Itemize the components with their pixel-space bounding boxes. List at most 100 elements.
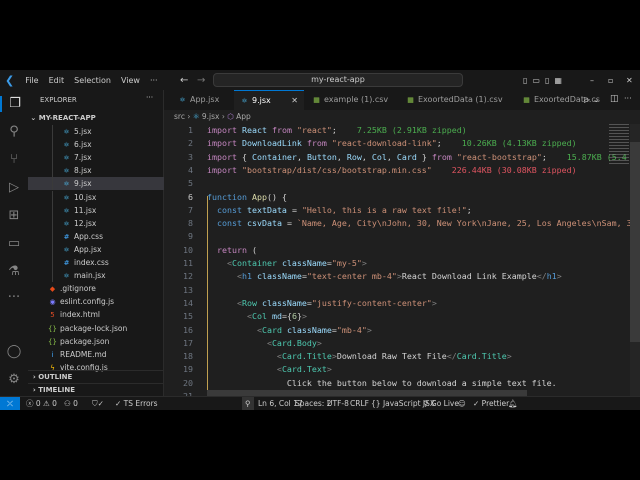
close-window-icon[interactable]: ✕ <box>626 76 633 85</box>
go-live-button[interactable]: ⚲ Go Live <box>423 397 459 410</box>
file-name: index.html <box>60 310 100 319</box>
outline-section[interactable]: › OUTLINE <box>28 370 164 383</box>
file-item[interactable]: {}package.json <box>28 335 164 348</box>
tab-close-icon[interactable]: ✕ <box>291 91 298 111</box>
file-item[interactable]: iREADME.md <box>28 348 164 361</box>
line-ending[interactable]: CRLF <box>350 397 369 410</box>
code-token: import <box>207 152 242 162</box>
timeline-section[interactable]: › TIMELINE <box>28 383 164 396</box>
file-item[interactable]: ⚛10.jsx <box>28 191 164 204</box>
back-icon[interactable]: ← <box>180 75 188 86</box>
shield-check-icon[interactable]: ⛉✓ <box>92 397 104 410</box>
breadcrumb-item[interactable]: src <box>174 112 185 121</box>
code-line: 12 <h1 className="text-center mb-4">Reac… <box>164 270 604 283</box>
extensions-icon[interactable]: ⊞ <box>6 208 22 224</box>
vertical-scrollbar[interactable] <box>630 124 640 396</box>
more-actions-icon[interactable]: ··· <box>624 94 632 103</box>
ts-errors-label: TS Errors <box>124 399 158 408</box>
file-item[interactable]: ◉eslint.config.js <box>28 295 164 308</box>
menu-Edit[interactable]: Edit <box>44 76 70 85</box>
line-text: Click the button below to download a sim… <box>207 377 557 390</box>
explorer-more-icon[interactable]: ··· <box>146 93 153 102</box>
breadcrumb-item[interactable]: 9.jsx <box>202 112 220 121</box>
command-center-search[interactable]: my-react-app <box>213 73 463 87</box>
more-icon[interactable]: ··· <box>6 290 22 306</box>
react-file-icon: ⚛ <box>193 112 202 121</box>
ports-indicator[interactable]: ⚇ 0 <box>64 397 78 410</box>
notifications-bell-icon[interactable]: 🔔︎ <box>508 397 518 410</box>
tab-exoorteddata-cs[interactable]: ▦ExoortedData.cs <box>516 90 586 110</box>
code-token: const <box>207 218 247 228</box>
file-item[interactable]: ⚛main.jsx <box>28 269 164 282</box>
source-control-icon[interactable]: ⑂ <box>6 152 22 168</box>
search-icon[interactable]: ⚲ <box>6 124 22 140</box>
search-label: my-react-app <box>311 75 365 84</box>
code-token: DownloadLink <box>242 138 307 148</box>
code-token: "text-center mb-4" <box>307 271 397 281</box>
tab-app-jsx[interactable]: ⚛App.jsx <box>172 90 234 110</box>
file-item[interactable]: ⚛7.jsx <box>28 151 164 164</box>
minimize-icon[interactable]: – <box>590 76 594 85</box>
line-text: <Card.Text> <box>207 363 332 376</box>
remote-indicator-icon[interactable]: ⤫ <box>0 397 20 410</box>
split-editor-icon[interactable]: ◫ <box>610 94 619 104</box>
tab-exoorteddata-1-csv[interactable]: ▦ExoortedData (1).csv <box>400 90 516 110</box>
scrollbar-thumb[interactable] <box>630 142 640 342</box>
maximize-icon[interactable]: ▫ <box>608 76 613 85</box>
react-file-icon: ⚛ <box>62 165 71 178</box>
account-icon[interactable]: ◯ <box>6 344 22 360</box>
file-item[interactable]: {}package-lock.json <box>28 322 164 335</box>
line-number: 18 <box>164 350 193 363</box>
testing-icon[interactable]: ⚗ <box>6 264 22 280</box>
tab-example-1-csv[interactable]: ▦example (1).csv <box>306 90 400 110</box>
code-token: Card <box>397 152 422 162</box>
file-item[interactable]: ⚛5.jsx <box>28 125 164 138</box>
react-file-icon: ⚛ <box>62 192 71 205</box>
code-token: import <box>207 125 242 135</box>
indentation[interactable]: Spaces: 2 <box>295 397 331 410</box>
zoom-icon[interactable]: ⚲ <box>242 397 254 410</box>
line-text: const csvData = `Name, Age, City\nJohn, … <box>207 217 632 230</box>
code-line: 17 <Card.Body> <box>164 337 604 350</box>
code-token: ; <box>467 205 472 215</box>
file-item[interactable]: ⚛9.jsx <box>28 177 164 190</box>
file-item[interactable]: ⚛11.jsx <box>28 204 164 217</box>
run-debug-icon[interactable]: ▷ <box>6 180 22 196</box>
line-text: import "bootstrap/dist/css/bootstrap.min… <box>207 164 577 177</box>
encoding[interactable]: UTF-8 <box>327 397 349 410</box>
ts-errors[interactable]: ✓ TS Errors <box>115 397 158 410</box>
code-token: "my-5" <box>332 258 362 268</box>
file-item[interactable]: ◆.gitignore <box>28 282 164 295</box>
layout-icons[interactable]: ▯▭▯▦ <box>523 76 567 85</box>
line-number: 19 <box>164 363 193 376</box>
minimap[interactable] <box>609 124 629 164</box>
line-number: 4 <box>164 164 193 177</box>
menu-Selection[interactable]: Selection <box>69 76 116 85</box>
settings-gear-icon[interactable]: ⚙ <box>6 372 22 388</box>
breadcrumb-item[interactable]: App <box>236 112 251 121</box>
file-item[interactable]: #index.css <box>28 256 164 269</box>
tab-9-jsx[interactable]: ⚛9.jsx✕ <box>234 90 304 110</box>
ports-count: 0 <box>73 399 78 408</box>
forward-icon[interactable]: → <box>197 75 205 86</box>
copilot-icon[interactable]: ☺ <box>458 397 466 410</box>
menu-File[interactable]: File <box>20 76 43 85</box>
problems-indicator[interactable]: ⓧ 0 ⚠ 0 <box>26 397 57 410</box>
prettier-button[interactable]: ✓ Prettier <box>473 397 509 410</box>
run-icon[interactable]: ▷ ⌄ <box>584 95 599 104</box>
react-file-icon: ⚛ <box>62 270 71 283</box>
file-item[interactable]: #App.css <box>28 230 164 243</box>
file-item[interactable]: ⚛12.jsx <box>28 217 164 230</box>
root-folder[interactable]: ⌄ MY-REACT-APP <box>28 112 164 125</box>
file-item[interactable]: ⚛App.jsx <box>28 243 164 256</box>
file-item[interactable]: ⚛6.jsx <box>28 138 164 151</box>
explorer-icon[interactable]: ❐ <box>0 96 28 112</box>
menu-more[interactable]: ··· <box>145 76 163 85</box>
code-editor[interactable]: 1import React from "react"; 7.25KB (2.91… <box>164 124 640 396</box>
line-number: 8 <box>164 217 193 230</box>
file-item[interactable]: ⚛8.jsx <box>28 164 164 177</box>
menu-View[interactable]: View <box>116 76 145 85</box>
file-item[interactable]: 5index.html <box>28 308 164 321</box>
remote-explorer-icon[interactable]: ▭ <box>6 236 22 252</box>
code-token: = <box>292 205 302 215</box>
